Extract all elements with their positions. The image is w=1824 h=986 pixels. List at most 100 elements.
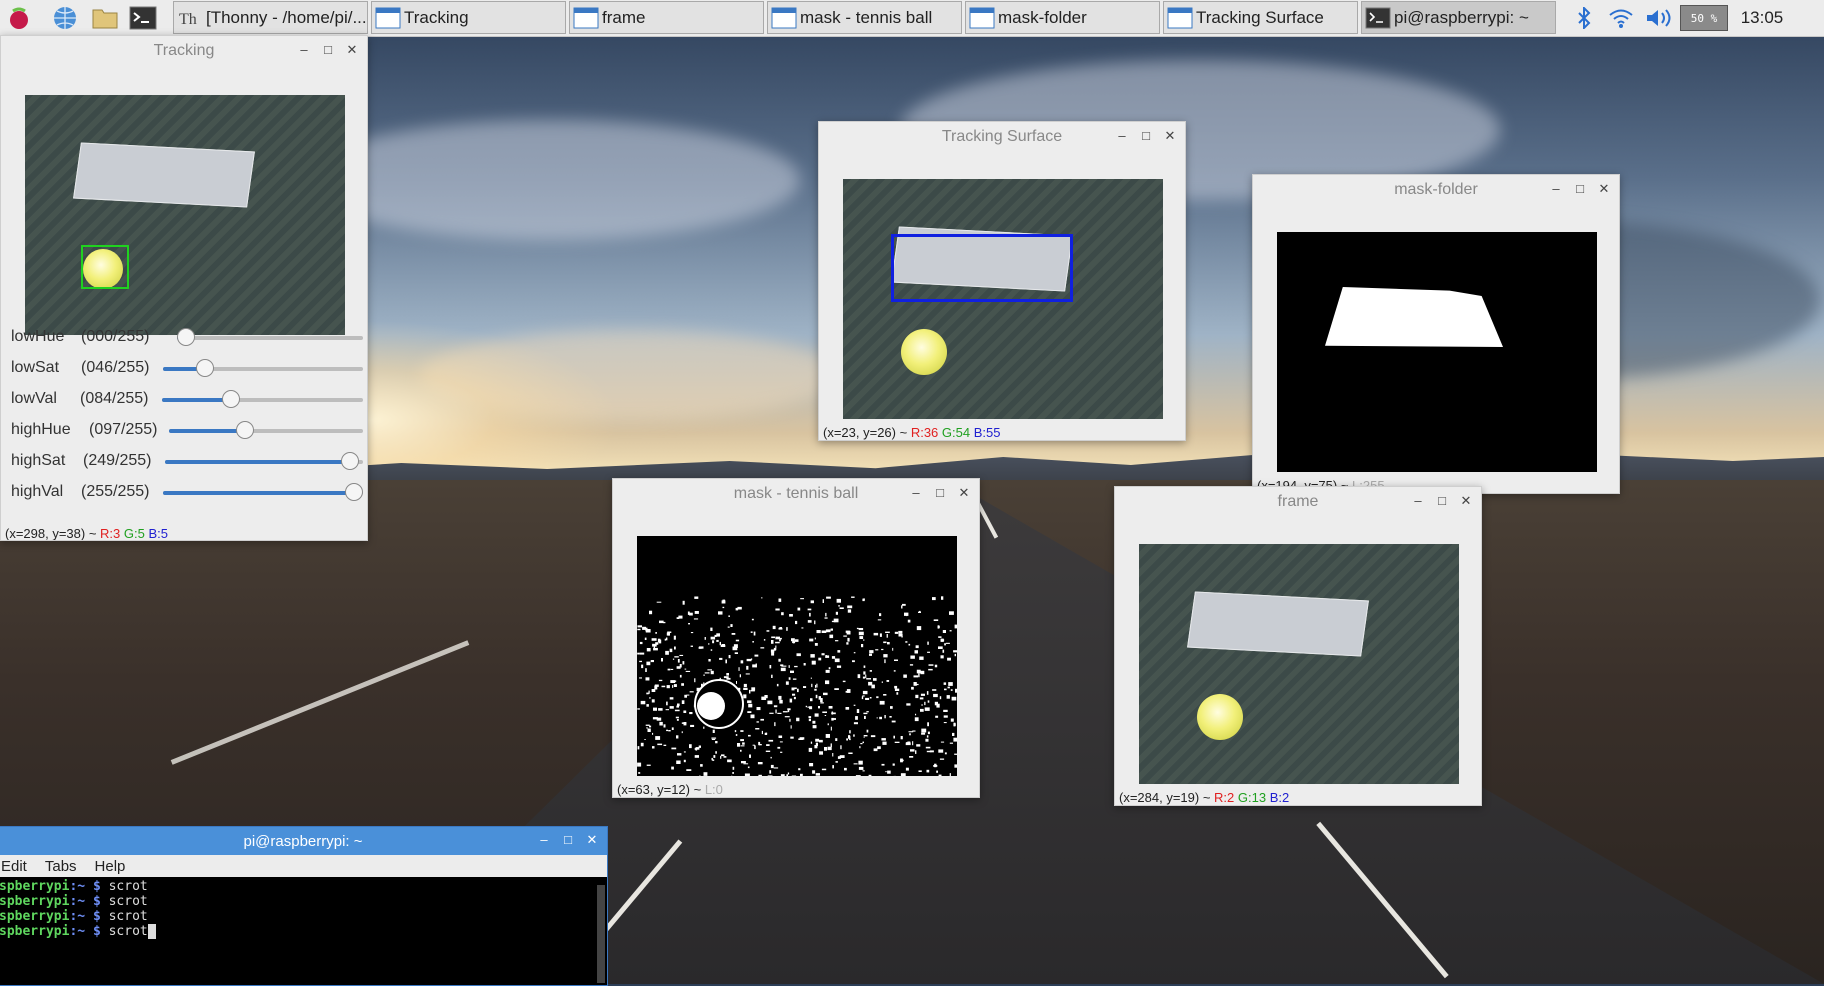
slider-value: (000/255) <box>81 328 150 346</box>
maximize-button[interactable]: □ <box>1573 181 1587 197</box>
tracking-surface-status-bar: (x=23, y=26) ~ R:36 G:54 B:55 <box>823 425 1000 440</box>
tracking-surface-camera-image <box>843 179 1163 419</box>
terminal-launcher-icon[interactable] <box>128 3 158 33</box>
maximize-button[interactable]: □ <box>933 485 947 501</box>
close-button[interactable]: ✕ <box>1597 181 1611 197</box>
slider-handle[interactable] <box>196 359 214 377</box>
slider-value: (097/255) <box>89 421 158 439</box>
window-titlebar[interactable]: frame – □ ✕ <box>1115 487 1481 517</box>
window-title: frame <box>1278 493 1319 511</box>
slider-track[interactable] <box>165 460 363 464</box>
close-button[interactable]: ✕ <box>1163 128 1177 144</box>
close-button[interactable]: ✕ <box>957 485 971 501</box>
wifi-icon[interactable] <box>1606 0 1636 36</box>
tracking-camera-image <box>25 95 345 335</box>
slider-row-highval: highVal(255/255) <box>1 479 317 506</box>
terminal-cursor <box>148 924 156 939</box>
minimize-button[interactable]: – <box>297 42 311 58</box>
maximize-button[interactable]: □ <box>561 832 575 848</box>
slider-value: (255/255) <box>81 483 150 501</box>
frame-camera-image <box>1139 544 1459 784</box>
tracking-window: Tracking – □ ✕ lowHue(000/255)lowSat(046… <box>0 35 368 541</box>
minimize-button[interactable]: – <box>537 832 551 848</box>
close-button[interactable]: ✕ <box>585 832 599 848</box>
terminal-scrollbar[interactable] <box>597 885 605 983</box>
window-icon <box>1167 7 1193 29</box>
window-titlebar[interactable]: pi@raspberrypi: ~ – □ ✕ <box>0 827 607 855</box>
menu-tabs[interactable]: Tabs <box>45 858 77 875</box>
frame-window: frame – □ ✕ (x=284, y=19) ~ R:2 G:13 B:2 <box>1114 486 1482 806</box>
slider-value: (046/255) <box>81 359 150 377</box>
window-title: Tracking Surface <box>942 128 1062 146</box>
window-title: mask - tennis ball <box>734 485 859 503</box>
slider-row-lowval: lowVal(084/255) <box>1 386 317 413</box>
slider-track[interactable] <box>162 398 363 402</box>
slider-row-lowsat: lowSat(046/255) <box>1 355 317 382</box>
tracking-status-bar: (x=298, y=38) ~ R:3 G:5 B:5 <box>5 526 168 541</box>
slider-handle[interactable] <box>177 328 195 346</box>
mask-tennis-ball-window: mask - tennis ball – □ ✕ (x=63, y=12) ~ … <box>612 478 980 798</box>
slider-fill <box>169 429 245 433</box>
slider-fill <box>162 398 231 402</box>
mask-tennis-ball-image <box>637 536 957 776</box>
slider-track[interactable] <box>163 367 363 371</box>
task-mask-tennis-ball[interactable]: mask - tennis ball <box>767 1 962 34</box>
task-tracking[interactable]: Tracking <box>371 1 566 34</box>
minimize-button[interactable]: – <box>1549 181 1563 197</box>
bluetooth-icon[interactable] <box>1572 0 1596 36</box>
terminal-line: spberrypi:~ $ scrot <box>0 879 607 894</box>
frame-status-bar: (x=284, y=19) ~ R:2 G:13 B:2 <box>1119 790 1289 805</box>
task-frame[interactable]: frame <box>569 1 764 34</box>
window-title: mask-folder <box>1394 181 1478 199</box>
minimize-button[interactable]: – <box>1411 493 1425 509</box>
close-button[interactable]: ✕ <box>345 42 359 58</box>
slider-handle[interactable] <box>345 483 363 501</box>
slider-track[interactable] <box>163 491 363 495</box>
close-button[interactable]: ✕ <box>1459 493 1473 509</box>
file-manager-icon[interactable] <box>90 3 120 33</box>
task-terminal[interactable]: pi@raspberrypi: ~ <box>1361 1 1556 34</box>
mask-folder-window: mask-folder – □ ✕ (x=194, y=75) ~ L:255 <box>1252 174 1620 494</box>
slider-value: (249/255) <box>83 452 152 470</box>
minimize-button[interactable]: – <box>1115 128 1129 144</box>
window-icon <box>375 7 401 29</box>
task-thonny[interactable]: Th [Thonny - /home/pi/... <box>173 1 368 34</box>
slider-value: (084/255) <box>80 390 149 408</box>
thonny-icon: Th <box>177 7 203 29</box>
task-mask-folder[interactable]: mask-folder <box>965 1 1160 34</box>
window-title: pi@raspberrypi: ~ <box>243 833 362 850</box>
cpu-monitor[interactable]: 50 % <box>1679 0 1729 36</box>
terminal-line: spberrypi:~ $ scrot <box>0 894 607 909</box>
mask-tennis-ball-status-bar: (x=63, y=12) ~ L:0 <box>617 782 723 797</box>
window-icon <box>969 7 995 29</box>
slider-label: highSat <box>11 452 65 470</box>
terminal-output[interactable]: spberrypi:~ $ scrotspberrypi:~ $ scrotsp… <box>0 877 607 939</box>
menu-edit[interactable]: Edit <box>1 858 27 875</box>
slider-track[interactable] <box>169 429 363 433</box>
tracking-surface-window: Tracking Surface – □ ✕ (x=23, y=26) ~ R:… <box>818 121 1186 441</box>
web-browser-icon[interactable] <box>50 3 80 33</box>
maximize-button[interactable]: □ <box>1435 493 1449 509</box>
minimize-button[interactable]: – <box>909 485 923 501</box>
cpu-usage-text: 50 % <box>1691 12 1718 25</box>
slider-handle[interactable] <box>341 452 359 470</box>
menu-help[interactable]: Help <box>95 858 126 875</box>
volume-icon[interactable] <box>1644 0 1674 36</box>
window-titlebar[interactable]: Tracking – □ ✕ <box>1 36 367 66</box>
maximize-button[interactable]: □ <box>321 42 335 58</box>
window-titlebar[interactable]: mask-folder – □ ✕ <box>1253 175 1619 205</box>
terminal-window: pi@raspberrypi: ~ – □ ✕ Edit Tabs Help s… <box>0 826 608 986</box>
raspberry-menu-icon[interactable] <box>4 3 34 33</box>
slider-label: highHue <box>11 421 71 439</box>
window-titlebar[interactable]: mask - tennis ball – □ ✕ <box>613 479 979 509</box>
slider-fill <box>165 460 350 464</box>
window-titlebar[interactable]: Tracking Surface – □ ✕ <box>819 122 1185 152</box>
terminal-icon <box>1365 7 1391 29</box>
slider-handle[interactable] <box>222 390 240 408</box>
clock[interactable]: 13:05 <box>1734 0 1790 36</box>
maximize-button[interactable]: □ <box>1139 128 1153 144</box>
slider-handle[interactable] <box>236 421 254 439</box>
taskbar: Th [Thonny - /home/pi/... Tracking frame… <box>0 0 1824 37</box>
task-tracking-surface[interactable]: Tracking Surface <box>1163 1 1358 34</box>
slider-track[interactable] <box>177 336 363 340</box>
